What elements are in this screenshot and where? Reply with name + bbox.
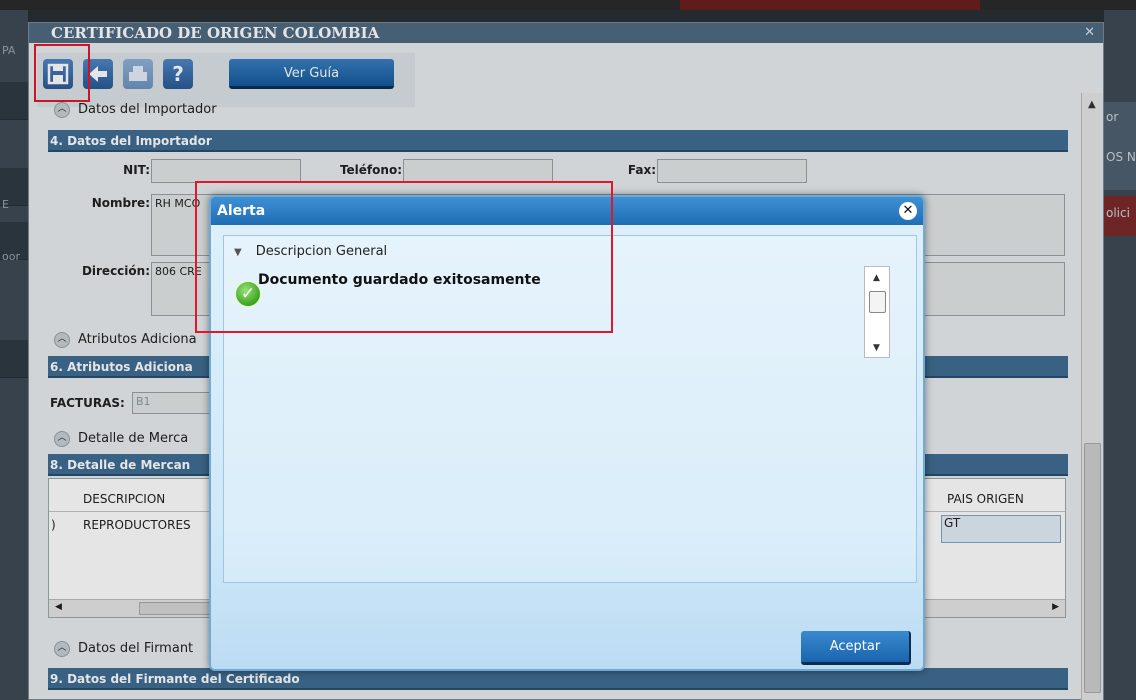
message-highlight-box — [195, 181, 613, 333]
scrollbar-thumb[interactable] — [869, 291, 886, 313]
scroll-down-icon[interactable]: ▼ — [873, 343, 880, 353]
close-icon[interactable]: ✕ — [899, 202, 917, 220]
accept-button[interactable]: Aceptar — [801, 631, 911, 665]
message-scrollbar[interactable]: ▲ ▼ — [864, 266, 890, 358]
scroll-up-icon[interactable]: ▲ — [873, 273, 880, 283]
